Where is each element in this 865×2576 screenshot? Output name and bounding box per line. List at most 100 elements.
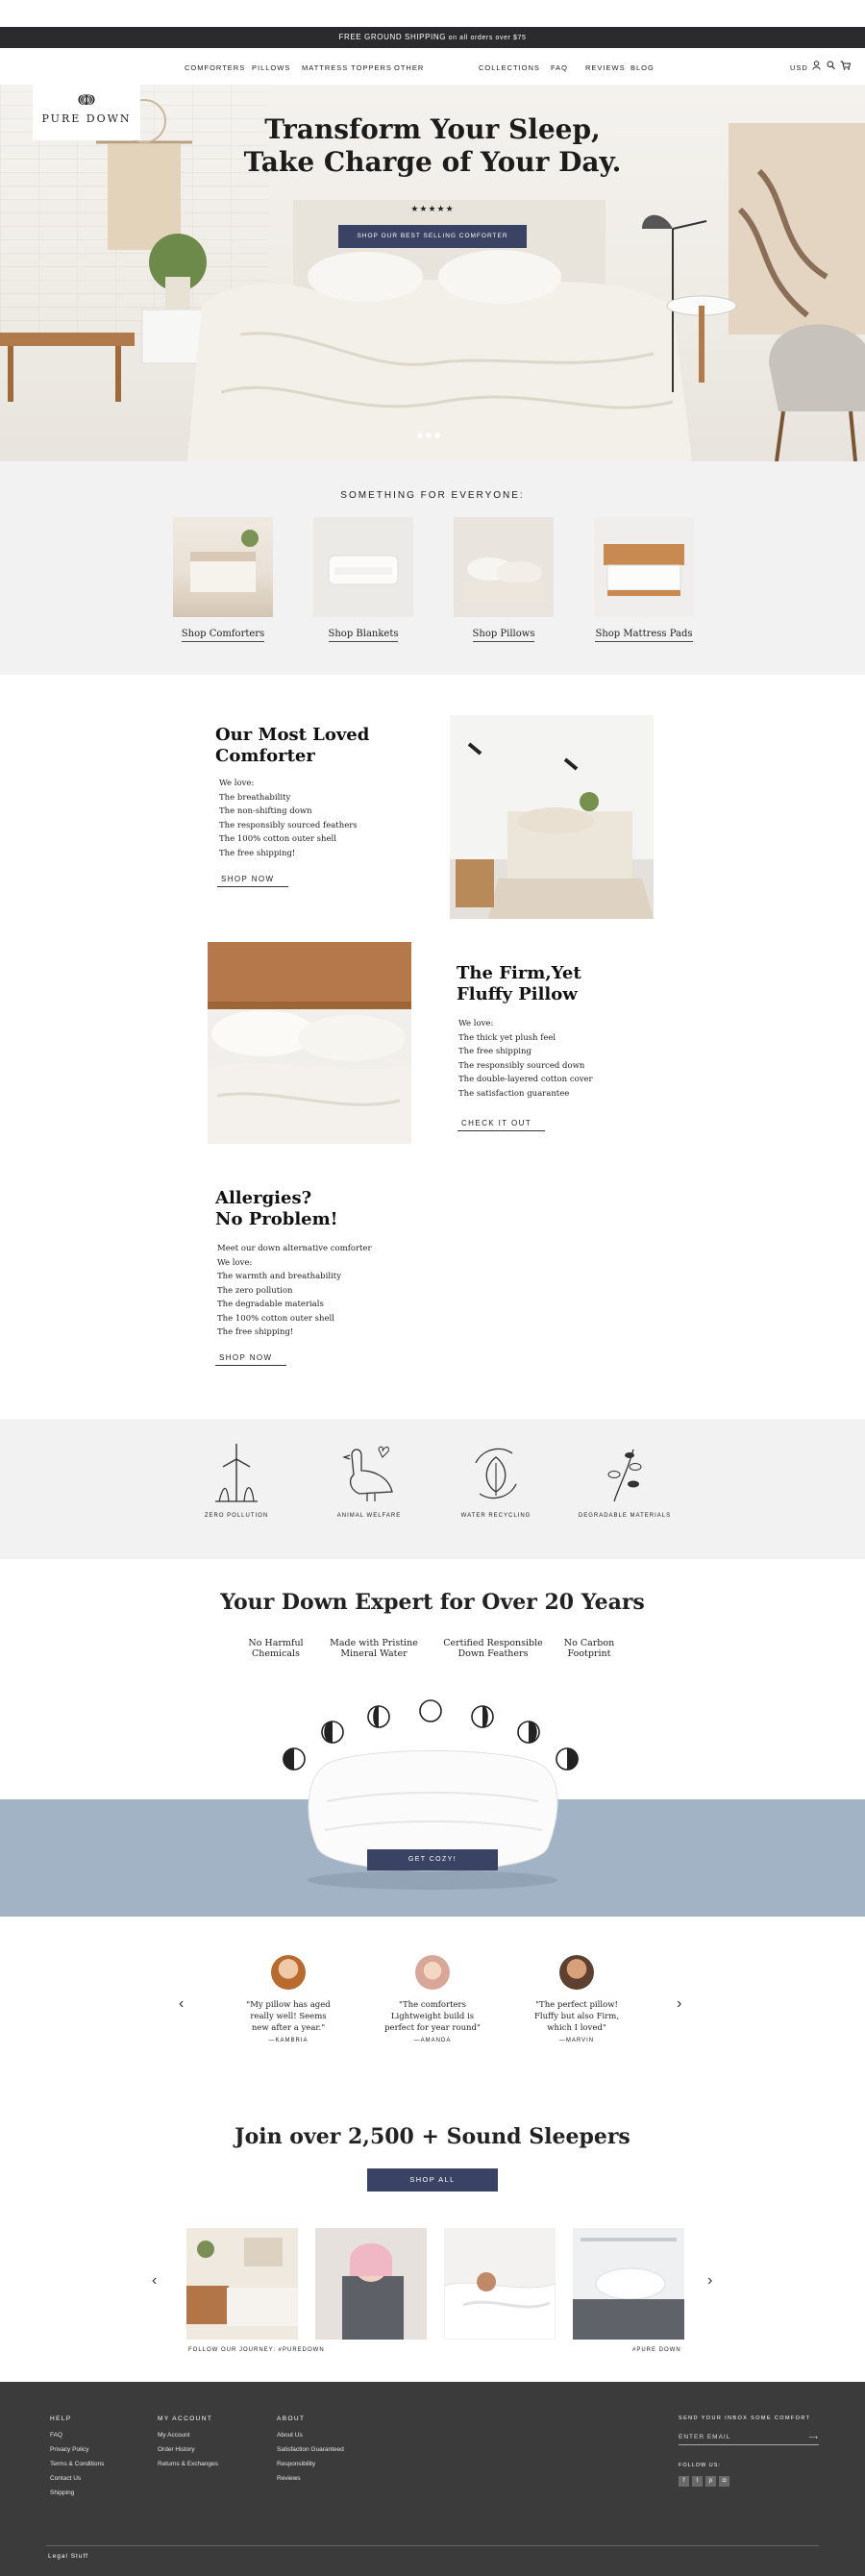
value-label: ZERO POLLUTION (204, 1513, 269, 1519)
twitter-icon[interactable]: t (692, 2476, 703, 2487)
reviews-next-arrow-icon[interactable]: › (677, 1995, 681, 2013)
site-logo[interactable]: ↈ PURE DOWN (33, 85, 140, 140)
category-card-pillows[interactable]: Shop Pillows (454, 517, 554, 642)
feature-2-title-line-2: Fluffy Pillow (457, 984, 578, 1004)
cart-icon[interactable] (840, 61, 852, 73)
avatar (415, 1955, 450, 1990)
nav-link-faq[interactable]: FAQ (551, 63, 568, 72)
email-input[interactable]: ENTER EMAIL ⟶ (679, 2434, 819, 2445)
feature-3-line: The zero pollution (217, 1285, 293, 1296)
plant-sprig-icon (607, 1449, 642, 1502)
footer-link-legal[interactable]: Legal Stuff (48, 2553, 88, 2560)
facebook-icon[interactable]: f (679, 2476, 689, 2487)
expert-point-line: Made with Pristine (330, 1638, 418, 1648)
nav-link-reviews[interactable]: REVIEWS (585, 63, 626, 72)
nav-link-comforters[interactable]: COMFORTERS (185, 63, 245, 72)
category-link-pillows[interactable]: Shop Pillows (472, 629, 535, 642)
category-image-blankets (313, 517, 413, 617)
gallery-image-3[interactable] (444, 2228, 556, 2340)
review-author: —MARVIN (558, 2038, 595, 2043)
footer-link-reviews[interactable]: Reviews (277, 2475, 344, 2482)
gallery-image-2[interactable] (315, 2228, 427, 2340)
join-title: Join over 2,500 + Sound Sleepers (235, 2124, 630, 2149)
logo-text: PURE DOWN (41, 112, 132, 125)
review-quote-line: "The perfect pillow! (535, 2000, 618, 2010)
footer-link-contact-us[interactable]: Contact Us (50, 2475, 104, 2482)
footer-link-my-account[interactable]: My Account (158, 2432, 218, 2439)
footer-link-responsibility[interactable]: Responsibility (277, 2461, 344, 2467)
category-card-mattress-pads[interactable]: Shop Mattress Pads (594, 517, 694, 642)
comforter-photo (450, 715, 654, 919)
carousel-dot-1[interactable] (417, 433, 423, 438)
feature-2-benefits: We love: The thick yet plush feel The fr… (458, 1017, 593, 1101)
feature-2-line: The thick yet plush feel (458, 1032, 556, 1043)
category-image-comforters (173, 517, 273, 617)
feather-logo-icon: ↈ (78, 92, 95, 109)
feature-2-check-it-out-link[interactable]: CHECK IT OUT (457, 1119, 546, 1131)
footer-link-privacy-policy[interactable]: Privacy Policy (50, 2446, 104, 2453)
category-link-blankets[interactable]: Shop Blankets (328, 629, 399, 642)
nav-link-collections[interactable]: COLLECTIONS (479, 63, 540, 72)
feature-3-title-line-2: No Problem! (215, 1209, 338, 1229)
avatar (271, 1955, 306, 1990)
categories-section: SOMETHING FOR EVERYONE: Shop Comforters … (0, 461, 865, 675)
carousel-dots (417, 426, 443, 443)
feature-2-line: The responsibly sourced down (458, 1060, 585, 1071)
footer-link-order-history[interactable]: Order History (158, 2446, 218, 2453)
pinterest-icon[interactable]: p (705, 2476, 716, 2487)
gallery-prev-arrow-icon[interactable]: ‹ (152, 2272, 157, 2290)
gallery-image-4[interactable] (573, 2228, 684, 2340)
footer-divider (46, 2545, 819, 2546)
carousel-dot-2[interactable] (426, 433, 432, 438)
footer-heading-account: MY ACCOUNT (158, 2415, 213, 2422)
feature-1-shop-now-link[interactable]: SHOP NOW (217, 875, 288, 887)
category-link-mattress-pads[interactable]: Shop Mattress Pads (595, 629, 693, 642)
nav-link-mattress-toppers[interactable]: MATTRESS TOPPERS (302, 63, 392, 72)
gallery-image-1[interactable] (186, 2228, 298, 2340)
feature-3-title-line-1: Allergies? (215, 1188, 312, 1208)
feature-2-line: The double-layered cotton cover (458, 1075, 593, 1084)
footer-column-help: HELP FAQ Privacy Policy Terms & Conditio… (50, 2415, 104, 2504)
footer-link-satisfaction[interactable]: Satisfaction Guaranteed (277, 2446, 344, 2453)
submit-arrow-icon[interactable]: ⟶ (809, 2434, 819, 2441)
shop-best-selling-comforter-button[interactable]: SHOP OUR BEST SELLING COMFORTER (338, 225, 527, 248)
value-zero-pollution: ZERO POLLUTION (179, 1442, 294, 1519)
feature-3-title: Allergies? No Problem! (215, 1188, 338, 1230)
rating-stars: ★★★★★ (410, 204, 455, 213)
expert-point-mineral-water: Made with Pristine Mineral Water (321, 1638, 427, 1659)
user-icon[interactable] (812, 61, 821, 73)
expert-title: Your Down Expert for Over 20 Years (220, 1590, 645, 1615)
search-icon[interactable] (827, 61, 835, 73)
goose-icon (342, 1446, 393, 1501)
footer-link-returns[interactable]: Returns & Exchanges (158, 2461, 218, 2467)
feature-2-title-line-1: The Firm,Yet (457, 963, 581, 983)
value-water-recycling: WATER RECYCLING (438, 1442, 554, 1519)
main-nav: COMFORTERS PILLOWS MATTRESS TOPPERS OTHE… (0, 48, 865, 85)
footer-link-faq[interactable]: FAQ (50, 2432, 104, 2439)
category-image-pillows (454, 517, 554, 617)
nav-link-blog[interactable]: BLOG (630, 63, 655, 72)
feature-2-title: The Firm,Yet Fluffy Pillow (457, 963, 581, 1005)
footer-link-shipping[interactable]: Shipping (50, 2489, 104, 2496)
category-card-comforters[interactable]: Shop Comforters (173, 517, 273, 642)
category-card-blankets[interactable]: Shop Blankets (313, 517, 413, 642)
expert-point-responsible-down: Certified Responsible Down Feathers (440, 1638, 546, 1659)
feature-3-shop-now-link[interactable]: SHOP NOW (215, 1353, 286, 1366)
footer-link-terms[interactable]: Terms & Conditions (50, 2461, 104, 2467)
footer-link-about-us[interactable]: About Us (277, 2432, 344, 2439)
instagram-icon[interactable]: ◘ (719, 2476, 729, 2487)
nav-link-other[interactable]: OTHER (394, 63, 424, 72)
category-link-comforters[interactable]: Shop Comforters (181, 629, 265, 642)
feature-1-line: The breathability (219, 792, 291, 803)
value-label: DEGRADABLE MATERIALS (578, 1513, 672, 1519)
feature-1-line: The responsibly sourced feathers (219, 820, 358, 830)
nav-link-pillows[interactable]: PILLOWS (252, 63, 290, 72)
review-quote-line: "The comforters (399, 2000, 466, 2010)
shop-all-button[interactable]: SHOP ALL (367, 2168, 498, 2192)
reviews-prev-arrow-icon[interactable]: ‹ (179, 1995, 184, 2013)
review-quote-line: new after a year." (251, 2023, 326, 2033)
get-cozy-button[interactable]: GET COZY! (367, 1849, 498, 1870)
gallery-next-arrow-icon[interactable]: › (707, 2272, 712, 2290)
carousel-dot-3[interactable] (434, 433, 440, 438)
currency-selector[interactable]: USD (790, 63, 808, 72)
